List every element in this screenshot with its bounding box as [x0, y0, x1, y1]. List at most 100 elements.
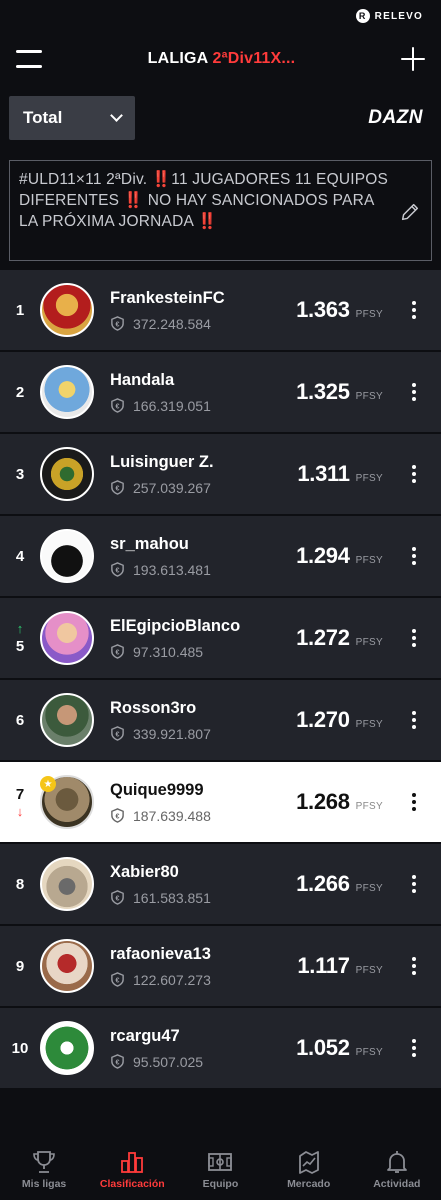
points-value: 1.266	[296, 871, 350, 896]
silhouette-avatar[interactable]	[40, 529, 94, 583]
team-value: €187.639.488	[110, 808, 296, 824]
user-name[interactable]: Rosson3ro	[110, 699, 296, 718]
pencil-icon[interactable]	[399, 201, 421, 223]
more-options-icon[interactable]	[403, 711, 425, 729]
nav-item[interactable]: Equipo	[176, 1148, 264, 1190]
person-photo-avatar[interactable]	[40, 611, 94, 665]
person-photo-avatar[interactable]	[40, 693, 94, 747]
team-value: €95.507.025	[110, 1054, 296, 1070]
player-photo-avatar[interactable]	[40, 283, 94, 337]
ranking-row[interactable]: 1 FrankesteinFC €372.248.584 1.363 PFSY	[0, 270, 441, 352]
points-unit: PFSY	[355, 391, 383, 402]
team-value-amount: 95.507.025	[133, 1053, 204, 1070]
user-info: Handala €166.319.051	[110, 371, 296, 414]
person-photo-avatar[interactable]	[40, 939, 94, 993]
ranking-list: 1 FrankesteinFC €372.248.584 1.363 PFSY 2 Hand…	[0, 270, 441, 1090]
points-cell: 1.311 PFSY	[297, 461, 383, 487]
euro-shield-icon: €	[110, 480, 125, 495]
more-options-icon[interactable]	[403, 1039, 425, 1057]
position-cell: 7 ↓	[0, 786, 38, 819]
points-unit: PFSY	[355, 801, 383, 812]
more-options-icon[interactable]	[403, 957, 425, 975]
user-info: Xabier80 €161.583.851	[110, 863, 296, 906]
position-number: 2	[15, 383, 25, 401]
filter-row: Total DAZN	[0, 86, 441, 142]
nav-item[interactable]: Actividad	[353, 1148, 441, 1190]
nav-item[interactable]: Mercado	[265, 1148, 353, 1190]
svg-text:€: €	[116, 1059, 120, 1066]
brand-label: RELEVO	[374, 10, 423, 22]
ranking-row[interactable]: 6 Rosson3ro €339.921.807 1.270 PFSY	[0, 680, 441, 762]
position-number: 5	[15, 637, 25, 655]
more-options-icon[interactable]	[403, 629, 425, 647]
league-description: #ULD11×11 2ªDiv. ‼️11 JUGADORES 11 EQUIP…	[9, 160, 432, 261]
user-name[interactable]: Quique9999	[110, 781, 296, 800]
user-name[interactable]: Xabier80	[110, 863, 296, 882]
user-name[interactable]: FrankesteinFC	[110, 289, 296, 308]
ranking-row[interactable]: 4 sr_mahou €193.613.481 1.294 PFSY	[0, 516, 441, 598]
more-options-icon[interactable]	[403, 383, 425, 401]
team-value-amount: 161.583.851	[133, 889, 211, 906]
team-value: €122.607.273	[110, 972, 297, 988]
svg-text:€: €	[116, 895, 120, 902]
league-description-text: #ULD11×11 2ªDiv. ‼️11 JUGADORES 11 EQUIP…	[19, 171, 389, 230]
svg-text:€: €	[116, 649, 120, 656]
ranking-row[interactable]: 9 rafaonieva13 €122.607.273 1.117 PFSY	[0, 926, 441, 1008]
user-info: FrankesteinFC €372.248.584	[110, 289, 296, 332]
ranking-row[interactable]: 10 rcargu47 €95.507.025 1.052 PFSY	[0, 1008, 441, 1090]
more-options-icon[interactable]	[403, 301, 425, 319]
euro-shield-icon: €	[110, 1054, 125, 1069]
club-crest-avatar[interactable]	[40, 1021, 94, 1075]
bottom-nav: Mis ligas Clasificación Equipo Mercado Activ…	[0, 1140, 441, 1200]
user-name[interactable]: ElEgipcioBlanco	[110, 617, 296, 636]
more-options-icon[interactable]	[403, 875, 425, 893]
user-name[interactable]: Handala	[110, 371, 296, 390]
points-value: 1.325	[296, 379, 350, 404]
ranking-type-select[interactable]: Total	[9, 96, 135, 140]
object-photo-avatar[interactable]	[40, 857, 94, 911]
ranking-row[interactable]: ↑ 5 ElEgipcioBlanco €97.310.485 1.272 PFSY	[0, 598, 441, 680]
league-title[interactable]: LALIGA 2ªDiv11X...	[148, 50, 296, 68]
user-name[interactable]: sr_mahou	[110, 535, 296, 554]
nav-item[interactable]: Mis ligas	[0, 1148, 88, 1190]
user-info: Quique9999 €187.639.488	[110, 781, 296, 824]
user-info: Luisinguer Z. €257.039.267	[110, 453, 297, 496]
position-cell: 9	[0, 958, 38, 975]
points-unit: PFSY	[355, 309, 383, 320]
more-options-icon[interactable]	[403, 465, 425, 483]
position-cell: 1	[0, 302, 38, 319]
points-cell: 1.294 PFSY	[296, 543, 383, 569]
position-cell: ↑ 5	[0, 621, 38, 655]
points-cell: 1.270 PFSY	[296, 707, 383, 733]
bell-icon	[383, 1148, 411, 1176]
ranking-row[interactable]: 3 Luisinguer Z. €257.039.267 1.311 PFSY	[0, 434, 441, 516]
user-name[interactable]: rcargu47	[110, 1027, 296, 1046]
points-cell: 1.052 PFSY	[296, 1035, 383, 1061]
more-options-icon[interactable]	[403, 793, 425, 811]
ranking-row[interactable]: 8 Xabier80 €161.583.851 1.266 PFSY	[0, 844, 441, 926]
position-cell: 6	[0, 712, 38, 729]
ranking-row[interactable]: 7 ↓ ★ Quique9999 €187.639.488 1.268 PFSY	[0, 762, 441, 844]
euro-shield-icon: €	[110, 398, 125, 413]
more-options-icon[interactable]	[403, 547, 425, 565]
team-value: €339.921.807	[110, 726, 296, 742]
user-name[interactable]: rafaonieva13	[110, 945, 297, 964]
team-value: €97.310.485	[110, 644, 296, 660]
add-icon[interactable]	[401, 47, 425, 71]
monster-avatar[interactable]	[40, 447, 94, 501]
points-unit: PFSY	[355, 637, 383, 648]
team-value: €161.583.851	[110, 890, 296, 906]
user-name[interactable]: Luisinguer Z.	[110, 453, 297, 472]
user-info: rcargu47 €95.507.025	[110, 1027, 296, 1070]
dazn-logo: DAZN	[368, 107, 423, 128]
nav-item[interactable]: Clasificación	[88, 1148, 176, 1190]
hamburger-menu-icon[interactable]	[16, 50, 42, 68]
top-bar: LALIGA 2ªDiv11X...	[0, 32, 441, 86]
nav-label: Equipo	[202, 1178, 239, 1190]
ranking-row[interactable]: 2 Handala €166.319.051 1.325 PFSY	[0, 352, 441, 434]
cartoon-avatar[interactable]	[40, 365, 94, 419]
svg-text:€: €	[116, 485, 120, 492]
euro-shield-icon: €	[110, 726, 125, 741]
points-unit: PFSY	[355, 719, 383, 730]
points-value: 1.052	[296, 1035, 350, 1060]
